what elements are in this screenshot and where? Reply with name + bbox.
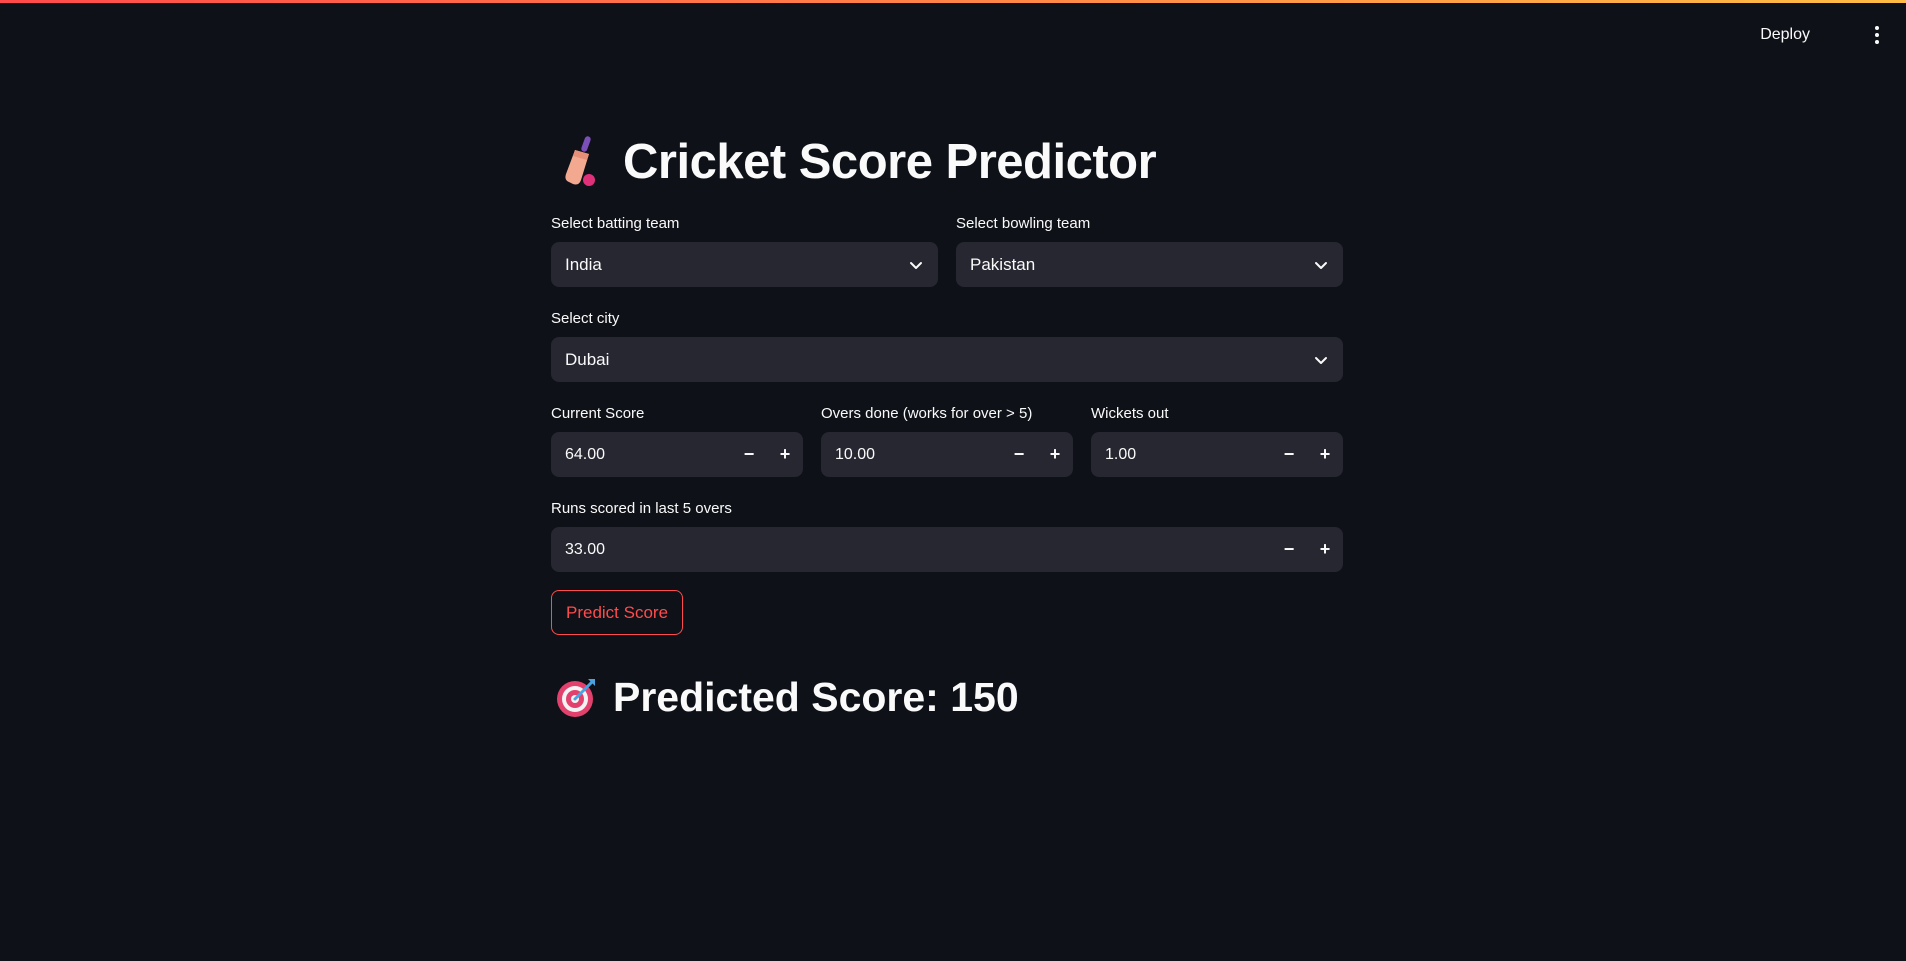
chevron-down-icon <box>1315 356 1327 364</box>
current-score-label: Current Score <box>551 405 645 422</box>
city-field: Select city Dubai <box>551 309 1343 382</box>
wickets-out-field: Wickets out 1.00 − + <box>1091 404 1343 477</box>
batting-team-value: India <box>565 254 602 274</box>
bowling-team-select[interactable]: Pakistan <box>956 242 1343 287</box>
increment-button[interactable]: + <box>1037 432 1073 477</box>
decrement-button[interactable]: − <box>1271 527 1307 572</box>
predicted-score-text: Predicted Score: 150 <box>613 673 1019 720</box>
batting-team-label: Select batting team <box>551 215 680 232</box>
cricket-bat-icon <box>565 136 595 186</box>
last-five-overs-value[interactable]: 33.00 <box>565 541 1271 559</box>
main-content: Cricket Score Predictor Select batting t… <box>551 130 1343 725</box>
current-score-value[interactable]: 64.00 <box>565 446 731 464</box>
overs-done-input[interactable]: 10.00 − + <box>821 432 1073 477</box>
wickets-out-value[interactable]: 1.00 <box>1105 446 1271 464</box>
decrement-button[interactable]: − <box>731 432 767 477</box>
bowling-team-value: Pakistan <box>970 254 1036 274</box>
predicted-score-heading: Predicted Score: 150 <box>551 669 1343 725</box>
chevron-down-icon <box>1315 261 1327 269</box>
city-value: Dubai <box>565 349 610 369</box>
decrement-button[interactable]: − <box>1001 432 1037 477</box>
city-select[interactable]: Dubai <box>551 337 1343 382</box>
kebab-menu-icon[interactable] <box>1870 24 1884 46</box>
overs-done-value[interactable]: 10.00 <box>835 446 1001 464</box>
page-title-text: Cricket Score Predictor <box>623 135 1157 189</box>
increment-button[interactable]: + <box>1307 527 1343 572</box>
overs-done-label: Overs done (works for over > 5) <box>821 405 1033 422</box>
increment-button[interactable]: + <box>767 432 803 477</box>
increment-button[interactable]: + <box>1307 432 1343 477</box>
overs-done-field: Overs done (works for over > 5) 10.00 − … <box>821 404 1073 477</box>
chevron-down-icon <box>910 261 922 269</box>
predict-score-button[interactable]: Predict Score <box>551 590 684 635</box>
current-score-field: Current Score 64.00 − + <box>551 404 803 477</box>
batting-team-select[interactable]: India <box>551 242 938 287</box>
wickets-out-label: Wickets out <box>1091 405 1169 422</box>
bowling-team-label: Select bowling team <box>956 215 1091 232</box>
app-header: Deploy <box>0 0 1906 70</box>
current-score-input[interactable]: 64.00 − + <box>551 432 803 477</box>
target-icon <box>557 679 595 717</box>
last-five-overs-label: Runs scored in last 5 overs <box>551 500 732 517</box>
decrement-button[interactable]: − <box>1271 432 1307 477</box>
last-five-overs-field: Runs scored in last 5 overs 33.00 − + <box>551 499 1343 572</box>
page-title: Cricket Score Predictor <box>551 130 1343 194</box>
bowling-team-field: Select bowling team Pakistan <box>956 214 1343 287</box>
city-label: Select city <box>551 310 620 327</box>
deploy-button[interactable]: Deploy <box>1752 22 1818 48</box>
last-five-overs-input[interactable]: 33.00 − + <box>551 527 1343 572</box>
batting-team-field: Select batting team India <box>551 214 938 287</box>
wickets-out-input[interactable]: 1.00 − + <box>1091 432 1343 477</box>
